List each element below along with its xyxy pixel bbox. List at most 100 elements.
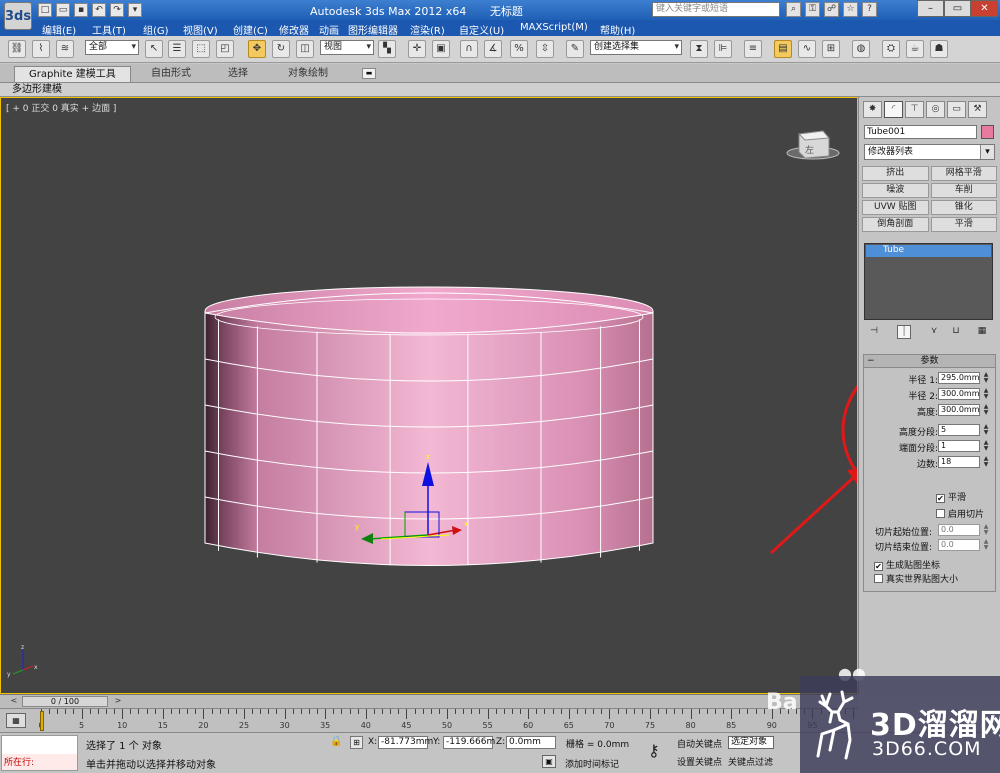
select-object-icon[interactable]: ↖ [145, 40, 163, 58]
favorites-icon[interactable]: ☆ [843, 2, 858, 17]
menu-item-9[interactable]: 自定义(U) [459, 22, 504, 37]
param-field[interactable]: 300.0mm [938, 388, 980, 400]
time-slider[interactable]: < 0 / 100 > [0, 694, 858, 708]
open-file-icon[interactable]: ▭ [56, 3, 70, 17]
slice-on-checkbox[interactable]: 启用切片 [936, 507, 984, 520]
menu-item-7[interactable]: 图形编辑器 [348, 22, 398, 37]
set-key-button[interactable]: 设置关键点 [677, 755, 722, 768]
selection-filter-dropdown[interactable]: 全部 [85, 40, 139, 55]
viewport-label[interactable]: [ + 0 正交 0 真实 + 边面 ] [6, 101, 116, 114]
modifier-button-uvw-map[interactable]: UVW 贴图 [862, 200, 929, 215]
tube-body[interactable] [204, 312, 654, 566]
real-world-map-size-checkbox[interactable]: 真实世界贴图大小 [874, 572, 958, 585]
make-unique-icon[interactable]: ⋎ [927, 325, 941, 339]
time-slider-thumb[interactable]: 0 / 100 [22, 696, 108, 707]
object-name-field[interactable]: Tube001 [864, 125, 977, 139]
object-color-swatch[interactable] [981, 125, 994, 139]
menu-item-11[interactable]: 帮助(H) [600, 22, 635, 37]
close-button[interactable]: ✕ [971, 0, 998, 17]
maxscript-input[interactable] [2, 736, 77, 754]
minimize-button[interactable]: – [917, 0, 944, 17]
param-field[interactable]: 295.0mm [938, 372, 980, 384]
param-spinner-icon[interactable]: ▲ ▼ [982, 404, 990, 416]
time-slider-next-icon[interactable]: > [112, 696, 124, 707]
render-production-icon[interactable]: ☗ [930, 40, 948, 58]
display-tab-icon[interactable]: ▭ [947, 101, 966, 118]
select-by-name-icon[interactable]: ☰ [168, 40, 186, 58]
smooth-checkbox[interactable]: ✔ 平滑 [936, 490, 966, 503]
menu-item-2[interactable]: 组(G) [143, 22, 169, 37]
snaps-toggle-icon[interactable]: ∩ [460, 40, 478, 58]
param-field[interactable]: 18 [938, 456, 980, 468]
tab-graphite-modeling[interactable]: Graphite 建模工具 [14, 66, 131, 82]
help-search-input[interactable]: 键入关键字或短语 [652, 2, 780, 17]
menu-item-1[interactable]: 工具(T) [92, 22, 126, 37]
slice-to-spinner-icon[interactable]: ▲ ▼ [982, 539, 990, 551]
render-setup-icon[interactable]: ⛭ [882, 40, 900, 58]
modifier-button-taper[interactable]: 锥化 [930, 200, 997, 215]
absolute-mode-icon[interactable]: ⊞ [350, 736, 363, 749]
current-frame-marker[interactable] [40, 711, 44, 731]
param-spinner-icon[interactable]: ▲ ▼ [982, 440, 990, 452]
ribbon-options-dropdown-icon[interactable]: ▬ [362, 68, 376, 79]
select-and-link-icon[interactable]: ⛓ [8, 40, 26, 58]
material-editor-icon[interactable]: ◍ [852, 40, 870, 58]
modifier-button-lathe[interactable]: 车削 [930, 183, 997, 198]
slice-from-spinner-icon[interactable]: ▲ ▼ [982, 524, 990, 536]
schematic-view-icon[interactable]: ⊞ [822, 40, 840, 58]
named-selection-dropdown[interactable]: 创建选择集 [590, 40, 682, 55]
configure-modifier-sets-icon[interactable]: ▦ [975, 325, 989, 339]
menu-item-3[interactable]: 视图(V) [183, 22, 218, 37]
window-crossing-icon[interactable]: ◰ [216, 40, 234, 58]
graphite-modeling-toggle-icon[interactable]: ▤ [774, 40, 792, 58]
pivot-center-icon[interactable]: ▚ [378, 40, 396, 58]
param-spinner-icon[interactable]: ▲ ▼ [982, 456, 990, 468]
spinner-snap-icon[interactable]: ⇳ [536, 40, 554, 58]
utilities-tab-icon[interactable]: ⚒ [968, 101, 987, 118]
edit-named-selection-icon[interactable]: ✎ [566, 40, 584, 58]
mini-curve-editor-icon[interactable]: ▦ [6, 713, 26, 728]
create-tab-icon[interactable]: ✸ [863, 101, 882, 118]
mirror-icon[interactable]: ⧗ [690, 40, 708, 58]
param-field[interactable]: 5 [938, 424, 980, 436]
search-icon[interactable]: ⌕ [786, 2, 801, 17]
app-logo-icon[interactable]: 3ds [4, 2, 32, 30]
angle-snap-icon[interactable]: ∡ [484, 40, 502, 58]
menu-item-10[interactable]: MAXScript(M) [520, 22, 588, 33]
align-icon[interactable]: ⊫ [714, 40, 732, 58]
keyboard-shortcut-override-icon[interactable]: ▣ [432, 40, 450, 58]
z-coordinate-field[interactable]: 0.0mm [506, 736, 556, 749]
show-end-result-icon[interactable]: ⏐ [897, 325, 911, 339]
rectangle-selection-icon[interactable]: ⬚ [192, 40, 210, 58]
x-coordinate-field[interactable]: -81.773mm [378, 736, 433, 749]
modify-tab-icon[interactable]: ◜ [884, 101, 903, 118]
time-slider-prev-icon[interactable]: < [8, 696, 20, 707]
stack-item-tube[interactable]: Tube [866, 245, 991, 257]
time-tag-icon[interactable]: ▣ [542, 755, 556, 768]
menu-item-0[interactable]: 编辑(E) [42, 22, 76, 37]
menu-item-8[interactable]: 渲染(R) [410, 22, 445, 37]
param-field[interactable]: 300.0mm [938, 404, 980, 416]
slice-from-field[interactable]: 0.0 [938, 524, 980, 536]
curve-editor-icon[interactable]: ∿ [798, 40, 816, 58]
set-key-icon[interactable]: ⚷ [648, 741, 660, 760]
menu-item-6[interactable]: 动画 [319, 22, 339, 37]
new-file-icon[interactable]: □ [38, 3, 52, 17]
modifier-button-bevel-profile[interactable]: 倒角剖面 [862, 217, 929, 232]
selection-lock-icon[interactable]: 🔒 [330, 736, 342, 749]
param-field[interactable]: 1 [938, 440, 980, 452]
maxscript-listener[interactable]: 所在行: [1, 735, 78, 771]
viewcube-icon[interactable]: 左 [786, 130, 840, 160]
slice-to-field[interactable]: 0.0 [938, 539, 980, 551]
param-spinner-icon[interactable]: ▲ ▼ [982, 424, 990, 436]
modifier-button-meshsmooth[interactable]: 网格平滑 [930, 166, 997, 181]
motion-tab-icon[interactable]: ◎ [926, 101, 945, 118]
y-coordinate-field[interactable]: -119.666m [443, 736, 495, 749]
param-spinner-icon[interactable]: ▲ ▼ [982, 372, 990, 384]
percent-snap-icon[interactable]: % [510, 40, 528, 58]
viewport-front[interactable]: z x y 左 z x y [+ 0 正交 0 真实 + 边面] [0, 97, 858, 694]
rendered-frame-window-icon[interactable]: ☕ [906, 40, 924, 58]
add-time-tag-button[interactable]: 添加时间标记 [565, 757, 619, 770]
subscription-icon[interactable]: ⚿ [805, 2, 820, 17]
track-bar[interactable]: ▦ 05101520253035404550556065707580859095 [0, 708, 858, 732]
